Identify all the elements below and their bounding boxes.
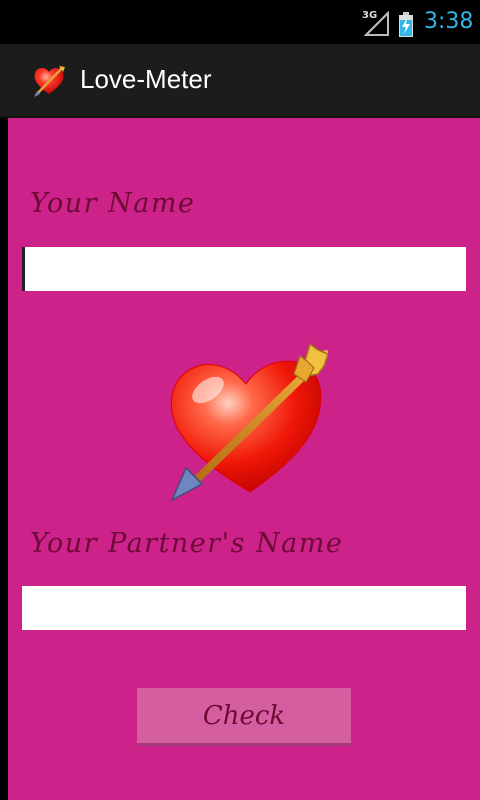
check-button[interactable]: Check bbox=[137, 688, 351, 746]
partner-name-input[interactable] bbox=[22, 586, 466, 630]
main-content: Your Name Your Partner's Name Check bbox=[8, 118, 480, 800]
heart-arrow-icon[interactable] bbox=[32, 64, 66, 98]
signal-icon bbox=[363, 11, 389, 36]
action-bar: Love-Meter bbox=[0, 44, 480, 118]
battery-charging-icon bbox=[399, 12, 413, 37]
partner-name-label: Your Partner's Name bbox=[30, 528, 344, 559]
status-bar: 3G 3:38 bbox=[0, 0, 480, 44]
clock: 3:38 bbox=[424, 9, 474, 34]
heart-with-arrow-icon bbox=[170, 342, 328, 502]
your-name-input[interactable] bbox=[22, 247, 466, 291]
app-title: Love-Meter bbox=[80, 64, 212, 94]
your-name-label: Your Name bbox=[30, 188, 196, 219]
